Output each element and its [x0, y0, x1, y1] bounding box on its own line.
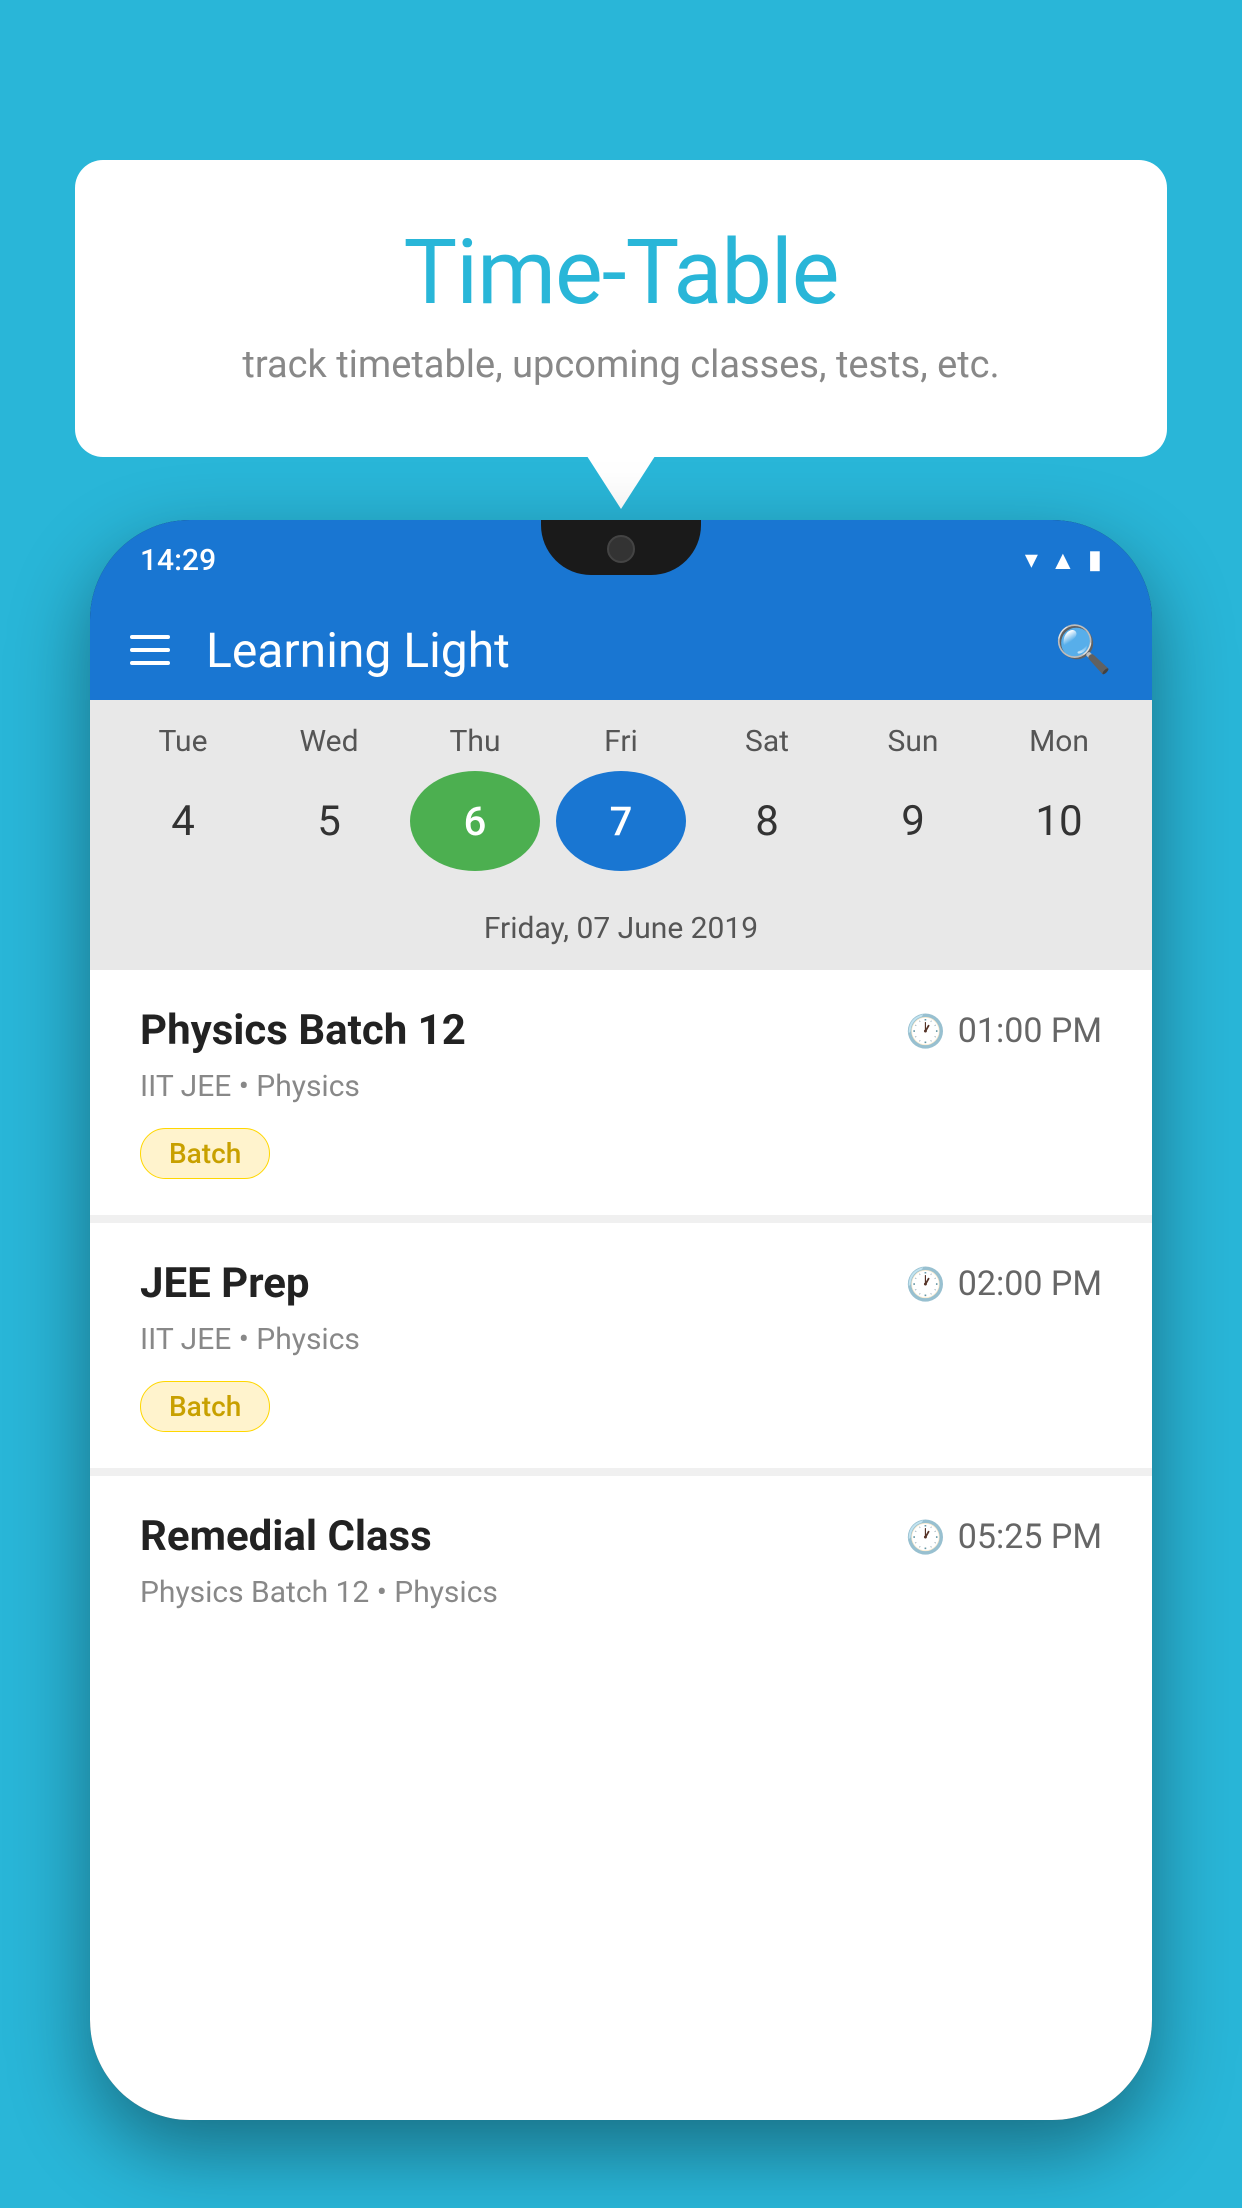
- feature-title: Time-Table: [125, 220, 1117, 325]
- day-header-thu: Thu: [410, 724, 540, 759]
- day-4[interactable]: 4: [118, 771, 248, 871]
- status-icons: ▾ ▲ ▮: [1025, 545, 1102, 576]
- class-item[interactable]: JEE Prep 🕐 02:00 PM IIT JEE • Physics Ba…: [90, 1223, 1152, 1468]
- class-time-value: 02:00 PM: [958, 1264, 1102, 1304]
- app-title: Learning Light: [206, 622, 1055, 679]
- day-5[interactable]: 5: [264, 771, 394, 871]
- day-6-today[interactable]: 6: [410, 771, 540, 871]
- class-time-value: 05:25 PM: [958, 1517, 1102, 1557]
- day-header-wed: Wed: [264, 724, 394, 759]
- phone-screen: Tue Wed Thu Fri Sat Sun Mon 4 5 6 7 8 9 …: [90, 700, 1152, 2120]
- clock-icon: 🕐: [906, 1012, 946, 1050]
- class-meta: Physics Batch 12 • Physics: [140, 1575, 1102, 1610]
- class-time: 🕐 01:00 PM: [906, 1011, 1102, 1051]
- search-icon[interactable]: 🔍: [1055, 623, 1112, 677]
- calendar-week: Tue Wed Thu Fri Sat Sun Mon 4 5 6 7 8 9 …: [90, 700, 1152, 970]
- day-9[interactable]: 9: [848, 771, 978, 871]
- class-name: JEE Prep: [140, 1259, 310, 1308]
- speech-bubble: Time-Table track timetable, upcoming cla…: [75, 160, 1167, 457]
- status-time: 14:29: [140, 543, 216, 578]
- batch-badge: Batch: [140, 1128, 270, 1179]
- class-item[interactable]: Remedial Class 🕐 05:25 PM Physics Batch …: [90, 1476, 1152, 1670]
- phone-notch: [541, 520, 701, 575]
- class-name: Remedial Class: [140, 1512, 432, 1561]
- clock-icon: 🕐: [906, 1518, 946, 1556]
- class-meta: IIT JEE • Physics: [140, 1322, 1102, 1357]
- phone-frame: 14:29 ▾ ▲ ▮ Learning Light 🔍 Tue: [90, 520, 1152, 2120]
- phone-mockup: 14:29 ▾ ▲ ▮ Learning Light 🔍 Tue: [90, 520, 1152, 2208]
- day-10[interactable]: 10: [994, 771, 1124, 871]
- class-item-header: Remedial Class 🕐 05:25 PM: [140, 1512, 1102, 1561]
- day-numbers: 4 5 6 7 8 9 10: [90, 771, 1152, 895]
- wifi-icon: ▾: [1025, 545, 1038, 575]
- day-8[interactable]: 8: [702, 771, 832, 871]
- day-header-mon: Mon: [994, 724, 1124, 759]
- class-item[interactable]: Physics Batch 12 🕐 01:00 PM IIT JEE • Ph…: [90, 970, 1152, 1215]
- app-header: Learning Light 🔍: [90, 600, 1152, 700]
- day-header-sat: Sat: [702, 724, 832, 759]
- selected-date-label: Friday, 07 June 2019: [90, 895, 1152, 970]
- day-headers: Tue Wed Thu Fri Sat Sun Mon: [90, 724, 1152, 771]
- day-header-fri: Fri: [556, 724, 686, 759]
- day-7-selected[interactable]: 7: [556, 771, 686, 871]
- class-item-header: JEE Prep 🕐 02:00 PM: [140, 1259, 1102, 1308]
- clock-icon: 🕐: [906, 1265, 946, 1303]
- signal-icon: ▲: [1050, 545, 1076, 576]
- day-header-sun: Sun: [848, 724, 978, 759]
- batch-badge: Batch: [140, 1381, 270, 1432]
- class-time-value: 01:00 PM: [958, 1011, 1102, 1051]
- day-header-tue: Tue: [118, 724, 248, 759]
- class-item-header: Physics Batch 12 🕐 01:00 PM: [140, 1006, 1102, 1055]
- feature-subtitle: track timetable, upcoming classes, tests…: [125, 343, 1117, 387]
- phone-camera: [607, 535, 635, 563]
- class-meta: IIT JEE • Physics: [140, 1069, 1102, 1104]
- class-time: 🕐 02:00 PM: [906, 1264, 1102, 1304]
- battery-icon: ▮: [1088, 545, 1102, 575]
- hamburger-menu-button[interactable]: [130, 635, 170, 665]
- class-name: Physics Batch 12: [140, 1006, 466, 1055]
- class-list: Physics Batch 12 🕐 01:00 PM IIT JEE • Ph…: [90, 970, 1152, 1670]
- class-time: 🕐 05:25 PM: [906, 1517, 1102, 1557]
